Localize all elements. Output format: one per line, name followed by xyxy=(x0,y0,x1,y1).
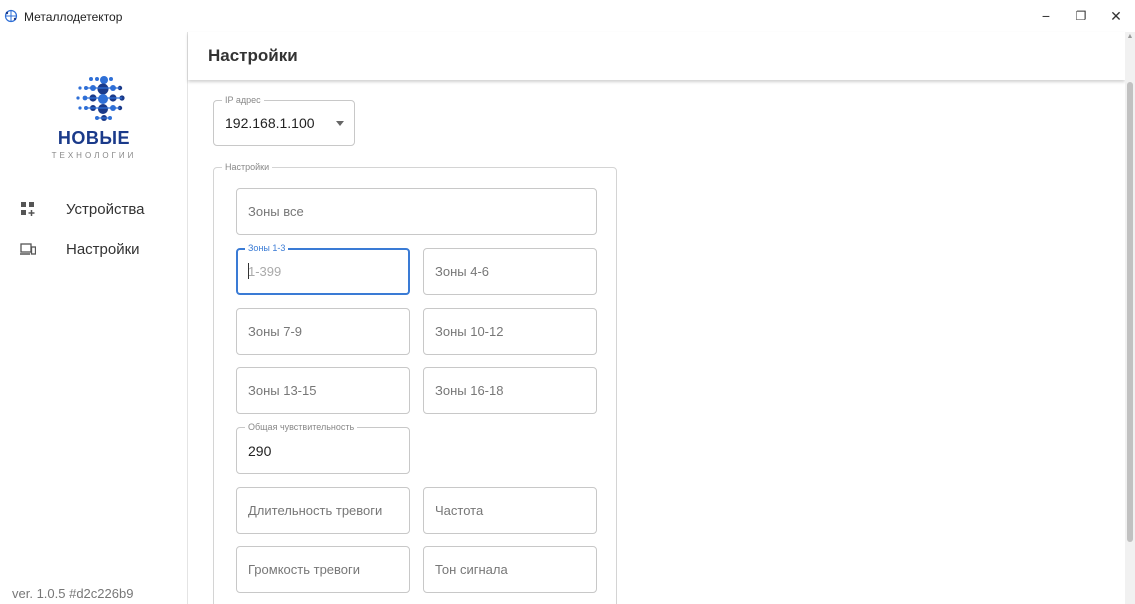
window-title: Металлодетектор xyxy=(24,10,123,24)
logo-subtitle: ТЕХНОЛОГИИ xyxy=(51,151,137,160)
zones-7-9-placeholder: Зоны 7-9 xyxy=(248,324,303,339)
scroll-up-arrow-icon[interactable]: ▲ xyxy=(1125,32,1135,42)
zones-4-6-placeholder: Зоны 4-6 xyxy=(435,264,490,279)
zones-10-12-input[interactable]: Зоны 10-12 xyxy=(423,308,597,355)
settings-group-label: Настройки xyxy=(222,161,273,173)
ip-address-value: 192.168.1.100 xyxy=(225,115,315,131)
close-icon: ✕ xyxy=(1110,7,1122,24)
alarm-volume-placeholder: Громкость тревоги xyxy=(248,562,361,577)
minimize-button[interactable]: − xyxy=(1026,0,1066,32)
zones-all-input[interactable]: Зоны все xyxy=(236,188,597,235)
app-version: ver. 1.0.5 #d2c226b9 xyxy=(12,586,134,601)
sidebar-item-devices[interactable]: Устройства xyxy=(0,190,188,228)
zones-13-15-placeholder: Зоны 13-15 xyxy=(248,383,317,398)
page-title: Настройки xyxy=(208,46,298,65)
vertical-scrollbar[interactable]: ▲ xyxy=(1125,32,1135,604)
frequency-placeholder: Частота xyxy=(435,503,484,518)
alarm-duration-input[interactable]: Длительность тревоги xyxy=(236,487,410,534)
zones-16-18-placeholder: Зоны 16-18 xyxy=(435,383,504,398)
restore-icon: ❐ xyxy=(1075,9,1087,23)
signal-tone-input[interactable]: Тон сигнала xyxy=(423,546,597,593)
frequency-input[interactable]: Частота xyxy=(423,487,597,534)
network-globe-icon xyxy=(4,9,18,23)
scrollbar-thumb[interactable] xyxy=(1127,82,1133,542)
zones-16-18-input[interactable]: Зоны 16-18 xyxy=(423,367,597,414)
grid-add-icon xyxy=(21,202,35,216)
dropdown-arrow-icon xyxy=(336,121,344,126)
zones-1-3-placeholder: 1-399 xyxy=(248,264,282,279)
sidebar-item-settings[interactable]: Настройки xyxy=(0,230,188,268)
sensitivity-value: 290 xyxy=(248,442,272,459)
maximize-button[interactable]: ❐ xyxy=(1061,0,1101,32)
ip-address-select[interactable]: IP адрес 192.168.1.100 xyxy=(213,94,355,146)
sidebar: НОВЫЕ ТЕХНОЛОГИИ Устройства Настройки ve… xyxy=(0,32,188,604)
minimize-icon: − xyxy=(1041,8,1051,24)
zones-all-placeholder: Зоны все xyxy=(248,204,304,219)
logo-title: НОВЫЕ xyxy=(57,128,131,148)
close-button[interactable]: ✕ xyxy=(1096,0,1135,32)
alarm-volume-input[interactable]: Громкость тревоги xyxy=(236,546,410,593)
zones-7-9-input[interactable]: Зоны 7-9 xyxy=(236,308,410,355)
zones-13-15-input[interactable]: Зоны 13-15 xyxy=(236,367,410,414)
zones-4-6-input[interactable]: Зоны 4-6 xyxy=(423,248,597,295)
alarm-duration-placeholder: Длительность тревоги xyxy=(248,503,383,518)
sidebar-item-label: Устройства xyxy=(66,200,145,218)
signal-tone-placeholder: Тон сигнала xyxy=(435,562,508,577)
sidebar-item-label: Настройки xyxy=(66,240,140,258)
devices-icon xyxy=(20,243,36,255)
zones-1-3-input[interactable]: Зоны 1-3 1-399 xyxy=(236,242,410,295)
page-header: Настройки xyxy=(188,32,1125,80)
title-bar: Металлодетектор − ❐ ✕ xyxy=(0,0,1135,32)
sensitivity-input[interactable]: Общая чувствительность 290 xyxy=(236,421,410,474)
company-logo-text: НОВЫЕ ТЕХНОЛОГИИ xyxy=(0,128,188,160)
zones-10-12-placeholder: Зоны 10-12 xyxy=(435,324,504,339)
